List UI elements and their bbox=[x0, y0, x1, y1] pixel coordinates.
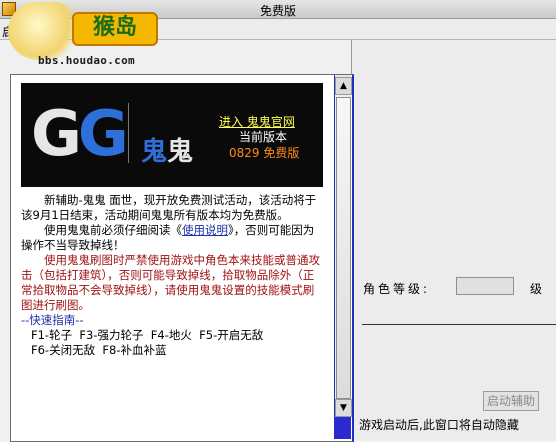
role-level-label: 角色等级: bbox=[363, 282, 431, 296]
level-unit-label: 级 bbox=[530, 282, 543, 296]
quick-guide-line-1: F1-轮子 F3-强力轮子 F4-地火 F5-开启无敌 bbox=[31, 328, 264, 342]
divider bbox=[362, 324, 556, 325]
quick-guide-title: --快速指南-- bbox=[21, 313, 84, 327]
gg-logo-g1: G bbox=[31, 97, 82, 170]
gg-logo: GG bbox=[31, 103, 129, 165]
settings-panel bbox=[351, 40, 556, 440]
scroll-thumb[interactable] bbox=[336, 97, 351, 399]
watermark-brand: 猴岛 bbox=[72, 12, 158, 46]
instruction-paragraph: 使用鬼鬼前必须仔细阅读《使用说明》，否则可能因为操作不当导致掉线！ bbox=[21, 223, 323, 253]
current-version-label: 当前版本 bbox=[239, 130, 288, 144]
intro-text: 新辅助-鬼鬼 面世，现开放免费测试活动，该活动将于该9月1日结束，活动期间鬼鬼所… bbox=[21, 193, 317, 222]
intro-paragraph: 新辅助-鬼鬼 面世，现开放免费测试活动，该活动将于该9月1日结束，活动期间鬼鬼所… bbox=[21, 193, 323, 223]
auto-hide-hint: 游戏启动后,此窗口将自动隐藏 bbox=[359, 418, 519, 432]
announcement-content: GG 鬼鬼 进入 鬼鬼官网 当前版本 0829 免费版 新辅助-鬼鬼 面世，现开… bbox=[21, 83, 323, 441]
warning-paragraph: 使用鬼鬼刷图时严禁使用游戏中角色本来技能或普通攻击（包括打建筑），否则可能导致掉… bbox=[21, 253, 323, 313]
scroll-track[interactable] bbox=[335, 95, 351, 399]
quick-guide-line-2: F6-关闭无敌 F8-补血补蓝 bbox=[31, 343, 167, 357]
scroll-up-arrow-icon[interactable]: ▲ bbox=[335, 77, 352, 95]
gg-banner: GG 鬼鬼 进入 鬼鬼官网 当前版本 0829 免费版 bbox=[21, 83, 323, 187]
brand-name-char-2: 鬼 bbox=[167, 137, 194, 167]
vertical-scrollbar[interactable]: ▲ ▼ bbox=[334, 75, 352, 439]
start-assist-button[interactable]: 启动辅助 bbox=[483, 391, 539, 411]
palm-tree-icon bbox=[8, 2, 82, 60]
banner-divider bbox=[128, 103, 129, 163]
instruction-text-before: 使用鬼鬼前必须仔细阅读《 bbox=[44, 223, 182, 237]
role-level-input[interactable] bbox=[456, 277, 514, 295]
site-watermark-logo: 猴岛 bbs.houdao.com bbox=[8, 2, 158, 68]
gg-logo-g2: G bbox=[77, 97, 129, 170]
scroll-highlight bbox=[335, 417, 351, 439]
announcement-browser: GG 鬼鬼 进入 鬼鬼官网 当前版本 0829 免费版 新辅助-鬼鬼 面世，现开… bbox=[10, 74, 354, 442]
brand-name-char-1: 鬼 bbox=[141, 137, 168, 167]
current-version-value: 0829 免费版 bbox=[229, 146, 300, 160]
manual-link[interactable]: 使用说明 bbox=[182, 223, 228, 237]
announcement-article: 新辅助-鬼鬼 面世，现开放免费测试活动，该活动将于该9月1日结束，活动期间鬼鬼所… bbox=[21, 193, 323, 358]
warning-text: 使用鬼鬼刷图时严禁使用游戏中角色本来技能或普通攻击（包括打建筑），否则可能导致掉… bbox=[21, 253, 320, 312]
gg-brand-name: 鬼鬼 bbox=[141, 131, 193, 168]
watermark-url: bbs.houdao.com bbox=[38, 54, 135, 67]
scroll-down-arrow-icon[interactable]: ▼ bbox=[335, 399, 352, 417]
